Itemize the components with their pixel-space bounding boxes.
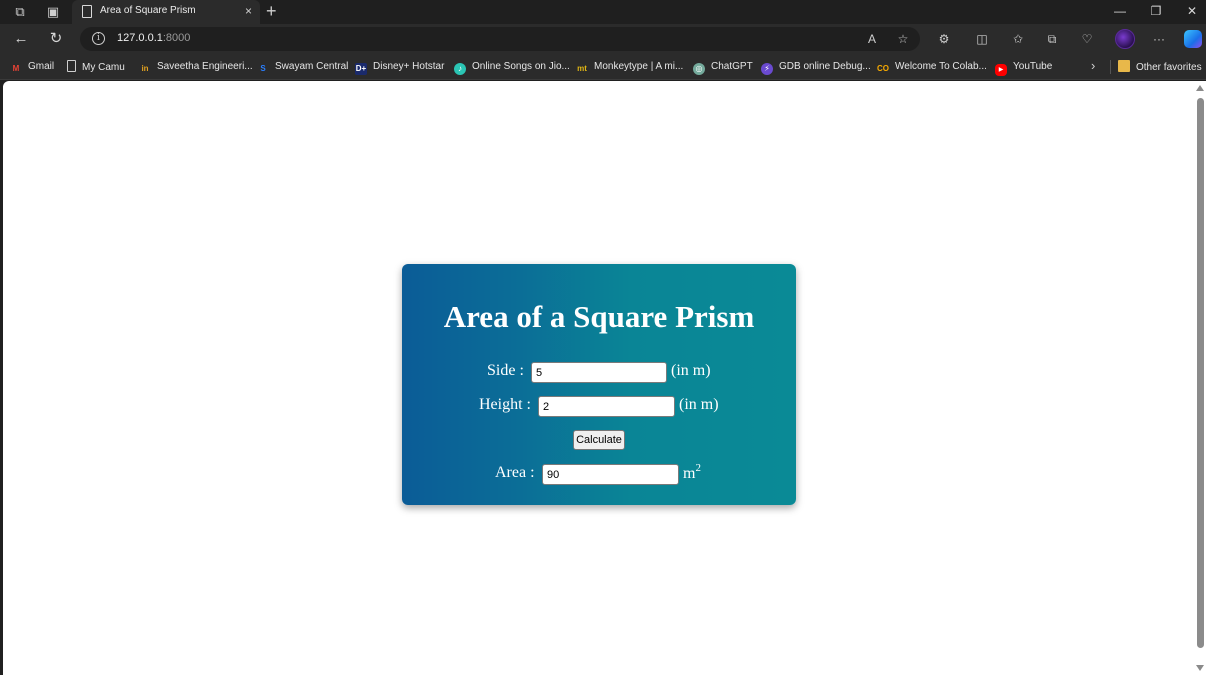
- bookmark-item[interactable]: ♪ Online Songs on Jio...: [454, 60, 570, 75]
- page-icon: [82, 5, 92, 18]
- bookmark-item[interactable]: My Camu: [67, 60, 125, 74]
- youtube-icon: ▶: [995, 64, 1007, 76]
- area-output[interactable]: 90: [542, 464, 679, 485]
- title-bar: ⧉ ▣ Area of Square Prism × + — ❐ ✕: [0, 0, 1206, 24]
- refresh-icon[interactable]: ↻: [47, 30, 65, 48]
- scroll-up-arrow-icon[interactable]: [1196, 85, 1204, 91]
- gmail-icon: M: [12, 64, 20, 73]
- area-unit-superscript: 2: [695, 462, 701, 474]
- address-bar[interactable]: i 127.0.0.1:8000: [80, 27, 920, 51]
- url-host: 127.0.0.1: [117, 32, 163, 44]
- gdb-icon: ⚡: [761, 63, 773, 75]
- bookmark-item[interactable]: CO Welcome To Colab...: [877, 60, 987, 74]
- height-input[interactable]: 2: [538, 396, 675, 417]
- area-unit-base: m: [683, 465, 696, 482]
- url-port: :8000: [162, 32, 191, 44]
- favorites-icon[interactable]: ✩: [1010, 31, 1026, 47]
- hotstar-icon: D+: [355, 63, 367, 75]
- bookmark-item[interactable]: M Gmail: [10, 60, 54, 74]
- bookmark-label: Monkeytype | A mi...: [594, 61, 684, 72]
- bookmark-label: Swayam Central: [275, 61, 349, 72]
- calculate-button[interactable]: Calculate: [573, 430, 625, 450]
- area-unit: m2: [683, 462, 701, 483]
- bookmark-label: ChatGPT: [711, 61, 753, 72]
- monkeytype-icon: mt: [577, 64, 587, 73]
- tab-close-button[interactable]: ×: [245, 4, 252, 18]
- bookmark-item[interactable]: mt Monkeytype | A mi...: [576, 60, 683, 74]
- chatgpt-icon: ◎: [693, 63, 705, 75]
- bookmark-label: Online Songs on Jio...: [472, 61, 570, 72]
- new-tab-button[interactable]: +: [266, 2, 277, 20]
- profile-avatar[interactable]: [1115, 29, 1135, 49]
- workspaces-icon[interactable]: ⧉: [12, 4, 28, 20]
- scroll-thumb[interactable]: [1197, 98, 1204, 648]
- bookmark-item[interactable]: ▶ YouTube: [995, 60, 1053, 76]
- tab-actions-icon[interactable]: ▣: [45, 4, 61, 20]
- page-icon: [67, 60, 76, 72]
- side-label: Side :: [487, 362, 524, 379]
- swayam-icon: S: [260, 64, 266, 73]
- split-screen-icon[interactable]: ◫: [974, 31, 990, 47]
- bookmark-label: Saveetha Engineeri...: [157, 61, 253, 72]
- close-window-button[interactable]: ✕: [1182, 3, 1202, 19]
- collections-icon[interactable]: ⧉: [1044, 31, 1060, 47]
- site-info-icon[interactable]: i: [92, 32, 105, 45]
- bookmark-label: Other favorites: [1136, 62, 1202, 73]
- calculator-card: Area of a Square Prism Side : 5 (in m) H…: [402, 264, 796, 505]
- side-input[interactable]: 5: [531, 362, 667, 383]
- page-viewport: Area of a Square Prism Side : 5 (in m) H…: [3, 81, 1206, 675]
- jiosaavn-icon: ♪: [454, 63, 466, 75]
- bookmark-label: Gmail: [28, 61, 55, 72]
- bookmark-item[interactable]: D+ Disney+ Hotstar: [355, 60, 445, 75]
- tab-active[interactable]: Area of Square Prism ×: [72, 0, 260, 24]
- folder-icon: [1118, 60, 1130, 72]
- bookmark-label: Welcome To Colab...: [895, 61, 987, 72]
- bookmarks-divider: [1110, 60, 1111, 74]
- bookmark-item[interactable]: in Saveetha Engineeri...: [139, 60, 253, 74]
- area-label: Area :: [495, 464, 535, 481]
- bookmark-item[interactable]: ◎ ChatGPT: [693, 60, 753, 75]
- bookmarks-more-chevron-icon[interactable]: ›: [1091, 59, 1095, 73]
- read-aloud-icon[interactable]: A: [864, 31, 880, 47]
- bookmark-item[interactable]: ⚡ GDB online Debug...: [761, 60, 871, 75]
- minimize-button[interactable]: —: [1110, 3, 1130, 19]
- tab-title: Area of Square Prism: [100, 5, 196, 16]
- bookmark-label: Disney+ Hotstar: [373, 61, 445, 72]
- copilot-icon[interactable]: [1184, 30, 1202, 48]
- bookmark-label: YouTube: [1013, 61, 1053, 72]
- height-unit: (in m): [679, 396, 719, 413]
- restore-button[interactable]: ❐: [1146, 3, 1166, 19]
- page-title: Area of a Square Prism: [443, 299, 755, 334]
- colab-icon: CO: [877, 64, 889, 73]
- favorite-star-icon[interactable]: ☆: [895, 31, 911, 47]
- extensions-icon[interactable]: ⚙: [936, 31, 952, 47]
- bookmark-item[interactable]: S Swayam Central: [257, 60, 348, 74]
- vertical-scrollbar[interactable]: [1194, 81, 1206, 675]
- height-label: Height :: [479, 396, 531, 413]
- bookmark-label: GDB online Debug...: [779, 61, 871, 72]
- navigation-bar: ← ↻ i 127.0.0.1:8000 A ☆ ⚙ ◫ ✩ ⧉ ♡ ···: [0, 24, 1206, 54]
- browser-essentials-icon[interactable]: ♡: [1079, 31, 1095, 47]
- scroll-down-arrow-icon[interactable]: [1196, 665, 1204, 671]
- back-arrow-icon[interactable]: ←: [12, 30, 30, 48]
- bookmark-label: My Camu: [82, 62, 125, 73]
- side-unit: (in m): [671, 362, 711, 379]
- bookmark-other-favorites[interactable]: Other favorites: [1118, 60, 1202, 74]
- bookmarks-bar: ▶ YouTube CO Welcome To Colab... ⚡ GDB online…: [0, 54, 1206, 80]
- url-text[interactable]: 127.0.0.1:8000: [117, 32, 190, 44]
- saveetha-icon: in: [141, 64, 149, 73]
- more-options-icon[interactable]: ···: [1151, 31, 1167, 47]
